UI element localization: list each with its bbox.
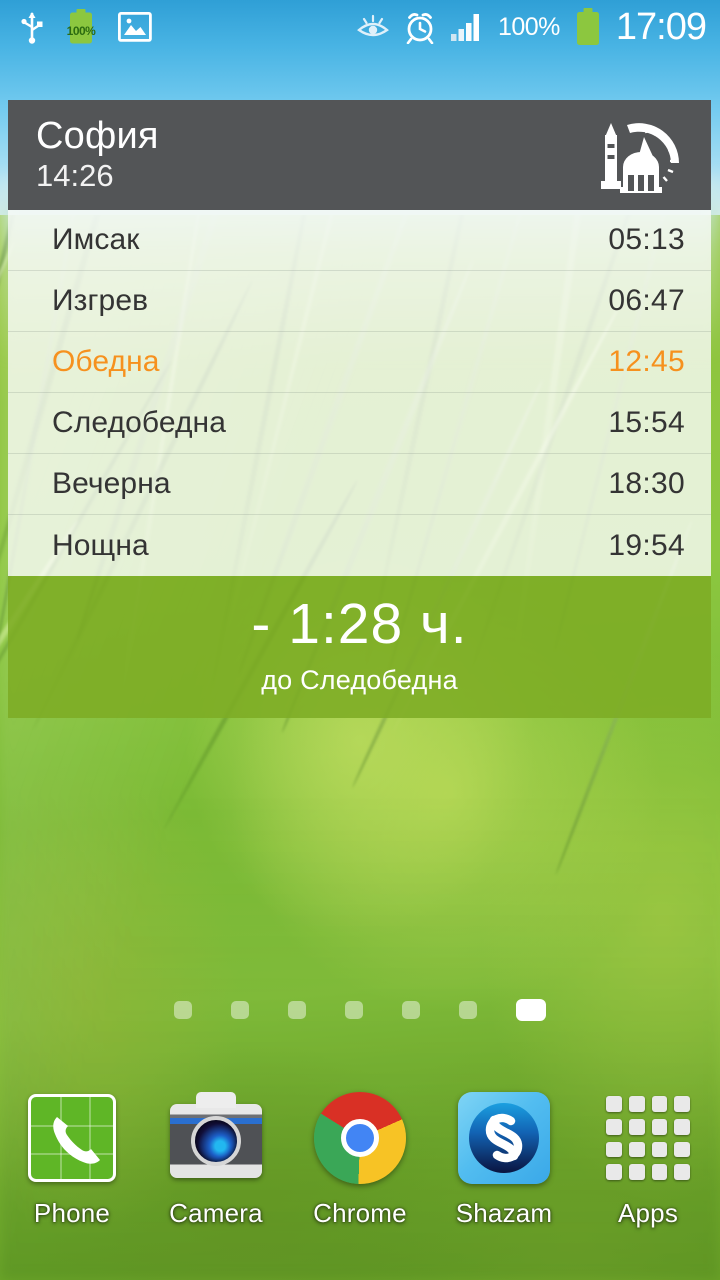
dock-label: Chrome [313,1198,407,1228]
dock-label: Camera [169,1198,263,1228]
status-bar-right-icons: 100% 17:09 [356,6,707,48]
prayer-time: 05:13 [608,223,685,256]
battery-percent-label: 100% [497,12,560,41]
dock-item-shazam[interactable]: Shazam [432,1090,576,1260]
page-indicator [0,999,720,1021]
screenshot-image-icon [118,12,152,42]
prayer-row-obedna[interactable]: Обедна 12:45 [8,332,711,393]
usb-icon [20,10,44,44]
countdown-subtitle: до Следобедна [261,665,458,695]
dock-label: Apps [617,1198,679,1228]
prayer-name: Имсак [52,223,140,256]
page-dot[interactable] [174,1001,192,1019]
phone-dialer-icon [24,1090,120,1186]
signal-bars-icon [450,12,484,42]
prayer-times-widget[interactable]: София 14:26 Имсак 05:13 Изгрев 06:47 Обе… [8,100,711,718]
page-dot[interactable] [345,1001,363,1019]
page-dot[interactable] [231,1001,249,1019]
prayer-name: Обедна [52,345,160,378]
page-dot-active[interactable] [516,999,546,1021]
prayer-time: 15:54 [608,406,685,439]
page-dot[interactable] [288,1001,306,1019]
widget-city-time: 14:26 [36,157,114,193]
dock-item-chrome[interactable]: Chrome [288,1090,432,1260]
status-bar-clock: 17:09 [615,6,707,48]
battery-badge-label: 100% [66,23,96,38]
prayer-row-sledobedna[interactable]: Следобедна 15:54 [8,393,711,454]
alarm-clock-icon [404,10,436,44]
prayer-row-imsak[interactable]: Имсак 05:13 [8,210,711,271]
status-bar[interactable]: 100% 100% 17:09 [0,0,720,54]
mosque-compass-icon [587,111,691,199]
status-bar-left-icons: 100% [20,9,152,45]
dock: Phone Camera Chrome Shazam Apps [0,1090,720,1260]
dock-item-phone[interactable]: Phone [0,1090,144,1260]
prayer-row-noshtna[interactable]: Нощна 19:54 [8,515,711,576]
widget-header-text: София 14:26 [36,117,587,193]
widget-city-label: София [36,114,159,157]
widget-header[interactable]: София 14:26 [8,100,711,210]
camera-icon [168,1090,264,1186]
prayer-time: 18:30 [608,467,685,500]
dock-label: Shazam [455,1198,553,1228]
apps-grid-icon [600,1090,696,1186]
chrome-browser-icon [312,1090,408,1186]
prayer-name: Вечерна [52,467,171,500]
dock-label: Phone [33,1198,111,1228]
prayer-name: Нощна [52,528,149,562]
battery-charging-icon: 100% [66,9,96,45]
prayer-name: Следобедна [52,406,227,439]
countdown-banner[interactable]: - 1:28 ч. до Следобедна [8,576,711,718]
dock-item-camera[interactable]: Camera [144,1090,288,1260]
prayer-time: 06:47 [608,284,685,317]
shazam-icon [456,1090,552,1186]
prayer-name: Изгрев [52,284,149,317]
countdown-value: - 1:28 ч. [251,592,468,656]
page-dot[interactable] [402,1001,420,1019]
prayer-time: 19:54 [608,528,685,562]
battery-icon [574,8,602,46]
smart-stay-eye-icon [356,12,390,42]
prayer-row-vecherna[interactable]: Вечерна 18:30 [8,454,711,515]
prayer-time: 12:45 [608,345,685,378]
page-dot[interactable] [459,1001,477,1019]
prayer-times-list: Имсак 05:13 Изгрев 06:47 Обедна 12:45 Сл… [8,210,711,576]
prayer-row-izgrev[interactable]: Изгрев 06:47 [8,271,711,332]
dock-item-apps[interactable]: Apps [576,1090,720,1260]
